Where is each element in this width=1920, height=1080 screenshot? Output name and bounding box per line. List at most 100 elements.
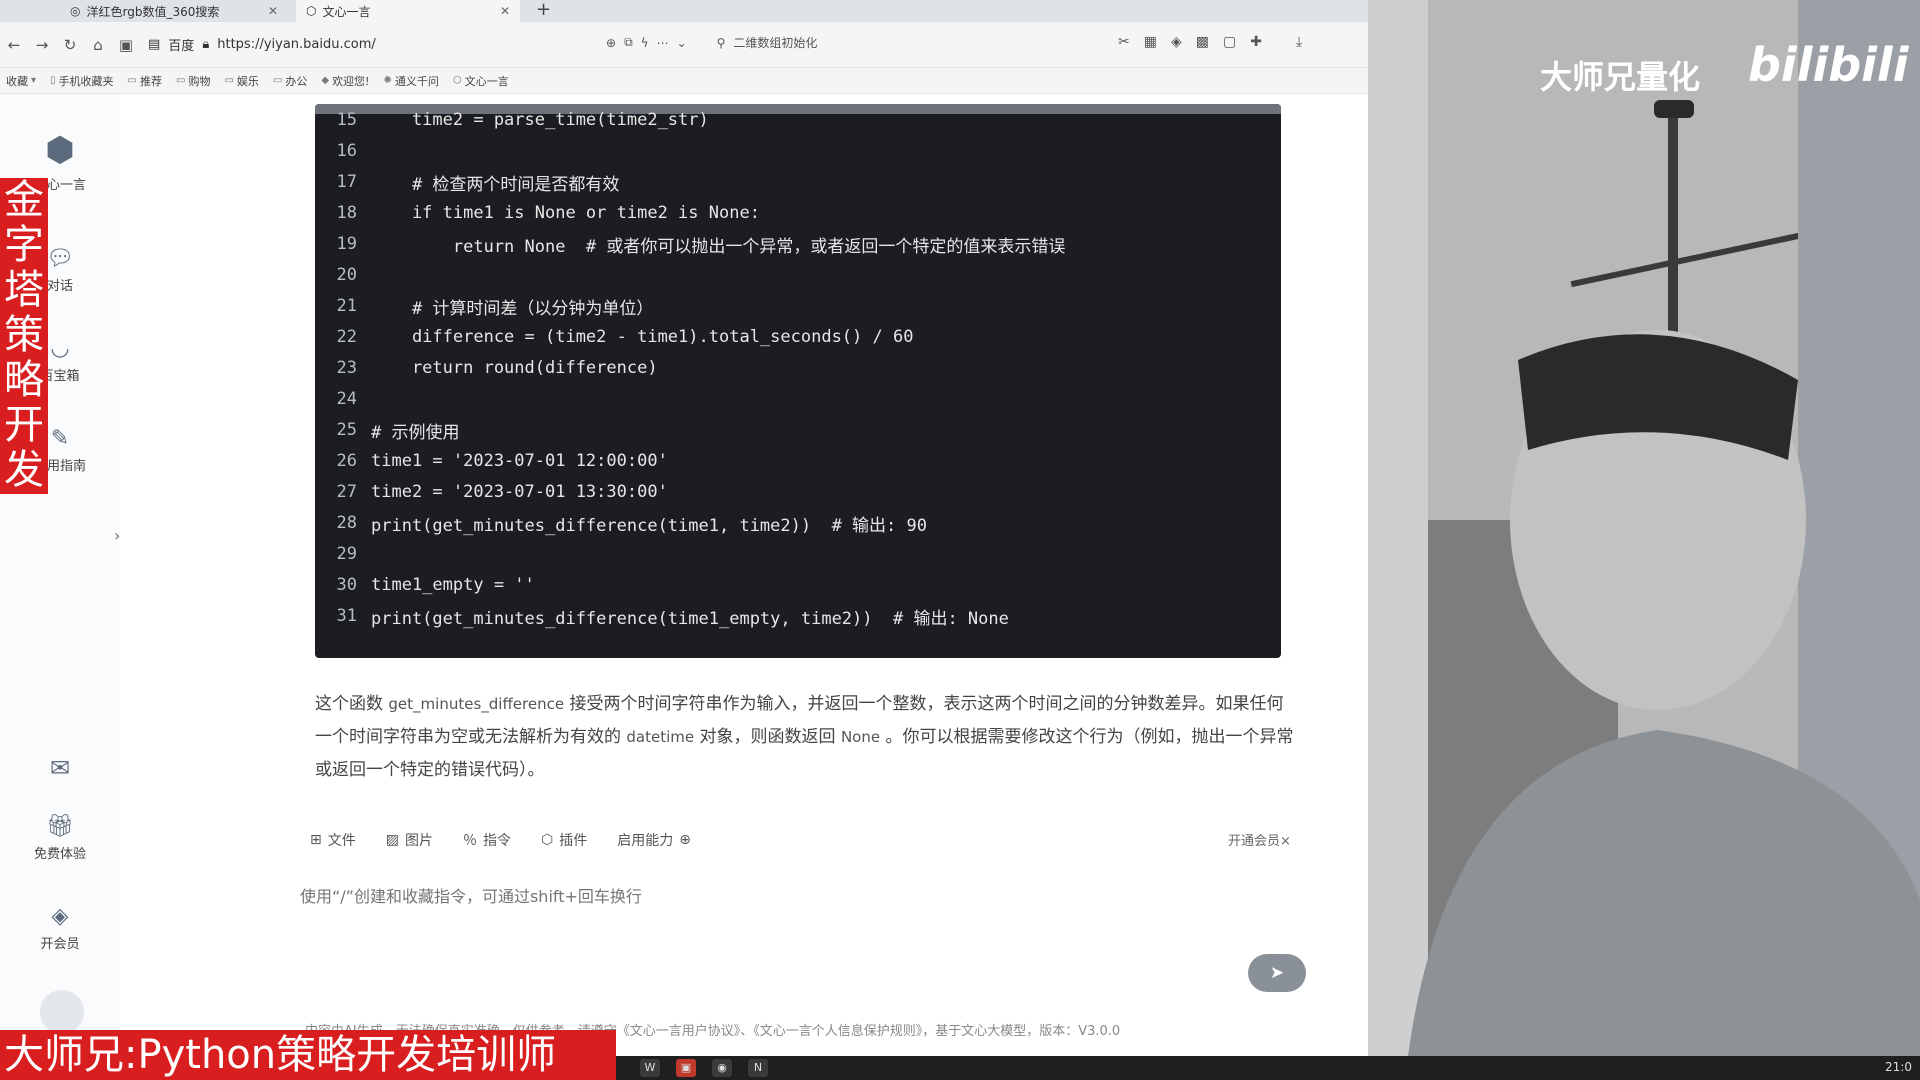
code-line: 23 return round(difference) xyxy=(336,358,658,378)
avatar[interactable] xyxy=(40,990,84,1034)
chevron-right-icon[interactable]: › xyxy=(114,526,120,545)
globe-icon: ◎ xyxy=(70,4,81,18)
banner-char: 策 xyxy=(4,312,44,358)
bookmark-item[interactable]: ⬡ 文心一言 xyxy=(453,73,509,89)
desc-text: 对象，则函数返回 xyxy=(694,727,841,747)
file-icon: ⊞ xyxy=(310,832,322,848)
code-line: 17 # 检查两个时间是否都有效 xyxy=(336,172,620,195)
clock: 21:0 xyxy=(1885,1060,1912,1074)
response-text: 这个函数 get_minutes_difference 接受两个时间字符串作为输… xyxy=(315,688,1295,787)
home-icon[interactable]: ⌂ xyxy=(84,36,112,54)
code-line: 29 xyxy=(336,544,357,564)
taskbar-browser-icon[interactable]: ◉ xyxy=(712,1059,732,1077)
inline-code: get_minutes_difference xyxy=(388,695,565,713)
baidu-icon: ▤ xyxy=(148,37,161,52)
bookmark-item[interactable]: 收藏 ▾ xyxy=(6,73,36,89)
tab-yiyan[interactable]: ⬡ 文心一言 ✕ xyxy=(296,0,520,22)
bookmark-item[interactable]: ▭ 办公 xyxy=(273,73,307,89)
translate-icon[interactable]: ▦ xyxy=(1144,34,1157,50)
chat-input[interactable] xyxy=(300,880,1100,912)
bookmark-item[interactable]: ▭ 推荐 xyxy=(128,73,162,89)
sidebar-item-free-trial[interactable]: 🎁︎ 免费体验 xyxy=(0,814,120,862)
reload-icon[interactable]: ↻ xyxy=(56,36,84,54)
close-icon[interactable]: ✕ xyxy=(500,4,510,18)
new-tab-button[interactable]: + xyxy=(536,0,551,20)
taskbar-app-icon[interactable]: N xyxy=(748,1059,768,1077)
url-text[interactable]: https://yiyan.baidu.com/ xyxy=(217,37,376,52)
mail-icon[interactable]: ✉ xyxy=(50,754,70,782)
close-icon[interactable]: ✕ xyxy=(268,4,278,18)
forward-icon[interactable]: → xyxy=(28,36,56,54)
webcam-feed: 大师兄量化 bilibili xyxy=(1368,0,1920,1056)
tab-360-search[interactable]: ◎ 洋红色rgb数值_360搜索 ✕ xyxy=(60,0,288,22)
back-icon[interactable]: ← xyxy=(0,36,28,54)
search-text[interactable]: 二维数组初始化 xyxy=(733,34,817,51)
note-icon[interactable]: ▩ xyxy=(1196,34,1209,50)
code-line: 16 xyxy=(336,141,357,161)
presenter-banner: 大师兄:Python策略开发培训师 xyxy=(0,1030,616,1080)
banner-char: 字 xyxy=(4,222,44,268)
bilibili-logo: bilibili xyxy=(1748,38,1909,92)
code-line: 25 # 示例使用 xyxy=(336,420,460,443)
plugin-icon: ⬡ xyxy=(540,832,554,848)
bookmark-item[interactable]: ✺ 通义千问 xyxy=(383,73,438,89)
flash-icon[interactable]: ϟ xyxy=(641,36,649,50)
code-block: 15 time2 = parse_time(time2_str) 16 17 #… xyxy=(315,104,1281,658)
folder-icon: ▭ xyxy=(224,75,234,86)
folder-icon: ▭ xyxy=(176,75,186,86)
more-icon[interactable]: ⋯ xyxy=(657,36,669,50)
site-icon: ◆ xyxy=(321,75,330,86)
banner-char: 塔 xyxy=(4,267,44,313)
bookmark-item[interactable]: ◆ 欢迎您! xyxy=(321,73,369,89)
open-vip-link[interactable]: 开通会员× xyxy=(1228,830,1291,849)
code-line: 20 xyxy=(336,265,357,285)
gift-icon: 🎁︎ xyxy=(46,814,74,839)
inline-code: None xyxy=(840,728,881,746)
command-button[interactable]: ％指令 xyxy=(463,830,511,850)
window-icon[interactable]: ▢ xyxy=(1223,34,1236,50)
code-line: 31 print(get_minutes_difference(time1_emp… xyxy=(336,606,1009,629)
download-icon[interactable]: ⤓ xyxy=(1296,34,1302,50)
address-bar[interactable]: ▤ 百度 🔒︎ https://yiyan.baidu.com/ xyxy=(148,35,568,54)
code-line: 15 time2 = parse_time(time2_str) xyxy=(336,110,709,130)
code-line: 22 difference = (time2 - time1).total_se… xyxy=(336,327,914,347)
sidebar-item-label: 开会员 xyxy=(40,937,80,952)
taskbar-app-icon[interactable]: ▣ xyxy=(676,1059,696,1077)
sidebar-item-label: 对话 xyxy=(46,279,73,294)
taskbar: W ▣ ◉ N 21:0 xyxy=(616,1056,1920,1080)
banner-char: 略 xyxy=(4,357,44,403)
channel-watermark: 大师兄量化 xyxy=(1540,58,1701,96)
send-button[interactable]: ➤ xyxy=(1248,954,1306,992)
bookmark-item[interactable]: ▭ 娱乐 xyxy=(224,73,258,89)
yiyan-icon: ⬡ xyxy=(452,75,462,86)
code-line: 18 if time1 is None or time2 is None: xyxy=(336,203,760,223)
zoom-icon[interactable]: ⊕ xyxy=(606,36,616,50)
yiyan-logo-icon: ⬢ xyxy=(45,130,75,170)
game-icon[interactable]: ◈ xyxy=(1171,34,1182,50)
desc-text: 这个函数 xyxy=(315,694,389,714)
file-button[interactable]: ⊞ 文件 xyxy=(310,830,356,850)
sidebar-item-label: 免费体验 xyxy=(33,847,86,862)
extension-icon[interactable]: ▣ xyxy=(112,36,140,54)
bookmark-item[interactable]: ▯ 手机收藏夹 xyxy=(50,73,114,89)
taskbar-word-icon[interactable]: W xyxy=(640,1059,660,1077)
screenshot-icon[interactable]: ⧉ xyxy=(624,35,633,50)
plugin-button[interactable]: ⬡ 插件 xyxy=(541,830,587,850)
chevron-down-icon[interactable]: ⌄ xyxy=(677,36,687,50)
image-button[interactable]: ▨ 图片 xyxy=(386,830,433,850)
code-line: 24 xyxy=(336,389,357,409)
banner-char: 金 xyxy=(4,177,44,223)
tab-bar: ◎ 洋红色rgb数值_360搜索 ✕ ⬡ 文心一言 ✕ + xyxy=(0,0,1368,22)
sidebar-item-vip[interactable]: ◈ 开会员 xyxy=(0,904,120,952)
lock-icon: 🔒︎ xyxy=(202,37,210,52)
puzzle-icon[interactable]: ✚ xyxy=(1250,34,1262,50)
scissors-icon[interactable]: ✂ xyxy=(1118,34,1130,50)
bookmark-item[interactable]: ▭ 购物 xyxy=(176,73,210,89)
inline-code: datetime xyxy=(626,728,695,746)
tab-label: 洋红色rgb数值_360搜索 xyxy=(86,4,220,19)
banner-char: 发 xyxy=(4,447,44,493)
toolbar-right-icons: ✂ ▦ ◈ ▩ ▢ ✚ ⤓ xyxy=(1118,34,1302,50)
home-bookmark-label[interactable]: 百度 xyxy=(168,35,194,54)
enable-ability-button[interactable]: 启用能力 ⊕ xyxy=(617,830,691,850)
code-line: 30 time1_empty = '' xyxy=(336,575,535,595)
